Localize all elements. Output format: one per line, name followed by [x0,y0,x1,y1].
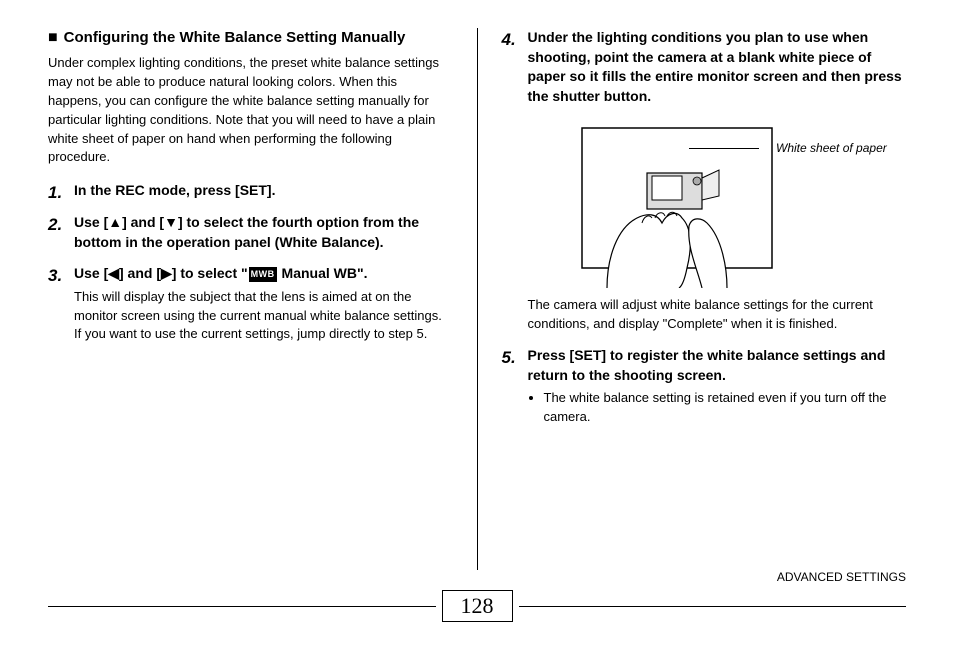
step-head: In the REC mode, press [SET]. [74,181,453,201]
step-head: Use [▲] and [▼] to select the fourth opt… [74,213,453,252]
step-head: Press [SET] to register the white balanc… [528,346,907,385]
step3-pre: Use [◀] and [▶] to select " [74,265,248,281]
page-content: ■ Configuring the White Balance Setting … [0,0,954,570]
square-bullet-icon: ■ [48,28,58,47]
page-number: 128 [442,590,513,622]
section-heading: ■ Configuring the White Balance Setting … [48,28,453,48]
steps-list-right: 4. Under the lighting conditions you pla… [502,28,907,427]
step5-note-item: The white balance setting is retained ev… [544,389,907,427]
footer-rule-right [519,606,907,607]
step-number: 3. [48,264,62,289]
intro-paragraph: Under complex lighting conditions, the p… [48,54,453,167]
step-note: The white balance setting is retained ev… [528,389,907,427]
left-column: ■ Configuring the White Balance Setting … [48,28,478,570]
step-number: 1. [48,181,62,206]
illustration-caption: White sheet of paper [776,140,887,157]
footer-rule-left [48,606,436,607]
step-number: 2. [48,213,62,238]
illustration: White sheet of paper [547,118,887,288]
step-5: 5. Press [SET] to register the white bal… [502,346,907,427]
step-number: 4. [502,28,516,53]
step3-post: Manual WB". [278,265,368,281]
step-head: Use [◀] and [▶] to select "MWB Manual WB… [74,264,453,284]
step-head: Under the lighting conditions you plan t… [528,28,907,106]
step-1: 1. In the REC mode, press [SET]. [48,181,453,201]
step-2: 2. Use [▲] and [▼] to select the fourth … [48,213,453,252]
right-column: 4. Under the lighting conditions you pla… [478,28,907,570]
steps-list-left: 1. In the REC mode, press [SET]. 2. Use … [48,181,453,344]
step-3: 3. Use [◀] and [▶] to select "MWB Manual… [48,264,453,344]
step-body: This will display the subject that the l… [74,288,453,345]
step-number: 5. [502,346,516,371]
heading-text: Configuring the White Balance Setting Ma… [64,28,406,48]
mwb-icon: MWB [249,267,277,282]
page-footer: 128 ADVANCED SETTINGS [48,590,906,622]
step-body: The camera will adjust white balance set… [528,296,907,334]
step-4: 4. Under the lighting conditions you pla… [502,28,907,334]
footer-label: ADVANCED SETTINGS [777,570,906,584]
caption-leader-line [689,148,759,149]
